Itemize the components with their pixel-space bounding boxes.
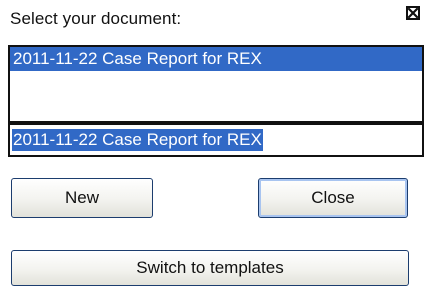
document-list[interactable]: 2011-11-22 Case Report for REX xyxy=(8,45,424,123)
close-button[interactable]: Close xyxy=(258,178,408,218)
close-icon[interactable] xyxy=(406,6,420,20)
document-name-field[interactable]: 2011-11-22 Case Report for REX xyxy=(8,123,424,157)
switch-to-templates-button[interactable]: Switch to templates xyxy=(11,250,409,286)
select-document-label: Select your document: xyxy=(10,9,182,28)
document-name-value[interactable]: 2011-11-22 Case Report for REX xyxy=(12,129,263,151)
document-list-item[interactable]: 2011-11-22 Case Report for REX xyxy=(10,47,422,71)
new-button[interactable]: New xyxy=(11,178,153,218)
close-x-glyph xyxy=(408,8,418,18)
